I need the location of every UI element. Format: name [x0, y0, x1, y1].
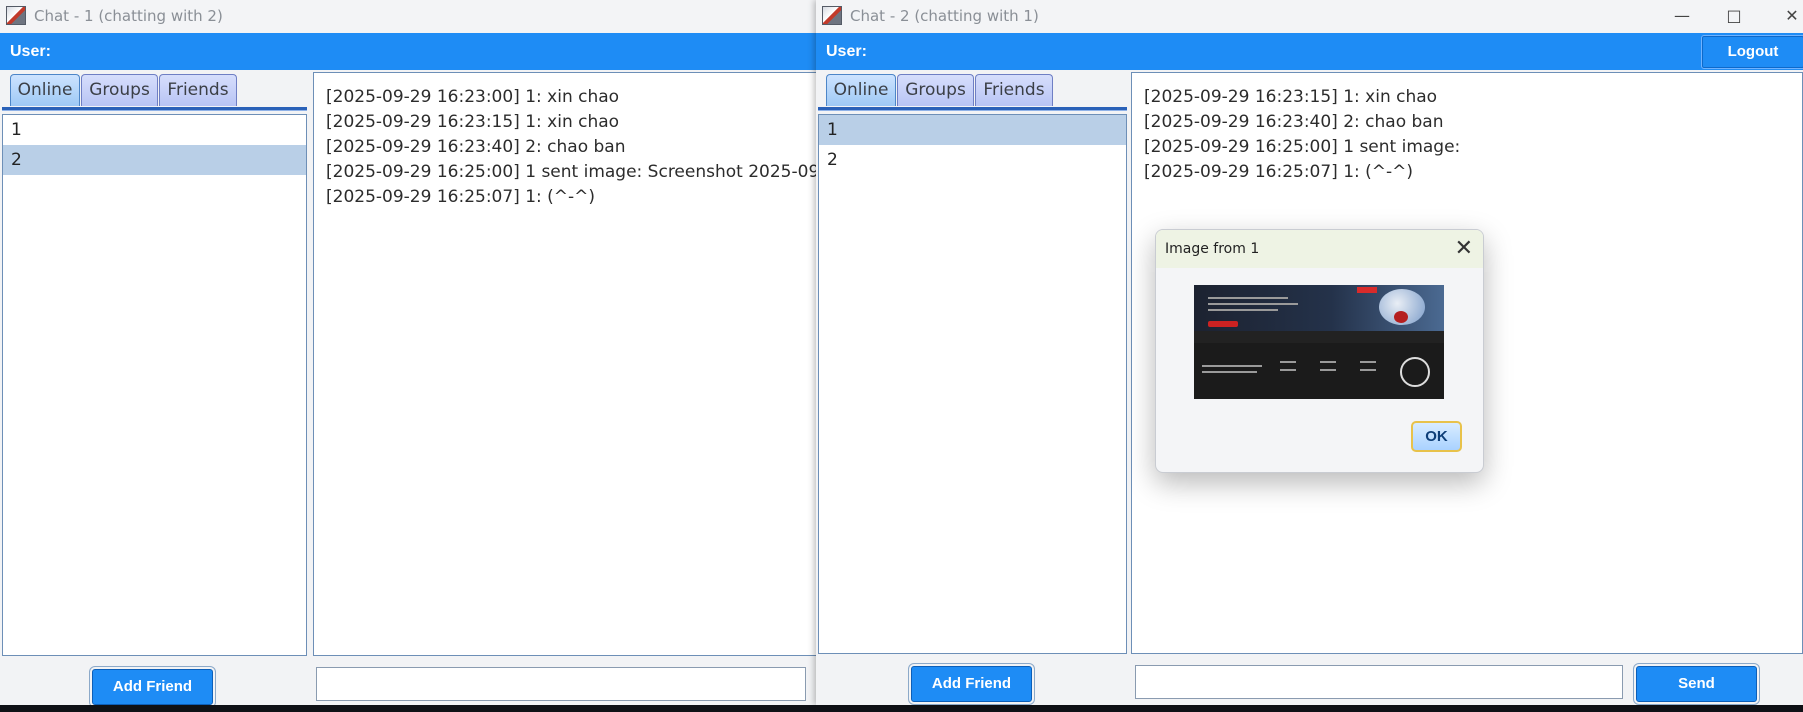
- send-button[interactable]: Send: [1636, 666, 1757, 702]
- add-friend-button[interactable]: Add Friend: [911, 666, 1032, 702]
- tab-groups[interactable]: Groups: [81, 74, 158, 106]
- tab-groups[interactable]: Groups: [897, 74, 974, 106]
- chat-message: [2025-09-29 16:25:00] 1 sent image:: [1144, 137, 1461, 157]
- chat-message: [2025-09-29 16:23:40] 2: chao ban: [326, 137, 626, 157]
- logout-button[interactable]: Logout: [1701, 35, 1803, 69]
- list-item[interactable]: 1: [3, 115, 306, 145]
- thumbnail-character-nose: [1394, 311, 1408, 323]
- maximize-icon[interactable]: □: [1722, 4, 1746, 28]
- tab-friends[interactable]: Friends: [159, 74, 237, 106]
- tab-online[interactable]: Online: [826, 74, 896, 106]
- thumbnail-text-line: [1202, 365, 1262, 367]
- online-user-list[interactable]: 1 2: [818, 114, 1127, 654]
- list-item[interactable]: 2: [3, 145, 306, 175]
- thumbnail-nav: [1357, 287, 1377, 293]
- title-bar[interactable]: Chat - 1 (chatting with 2): [0, 0, 816, 32]
- thumbnail-logo: [1400, 357, 1430, 387]
- chat-message: [2025-09-29 16:23:40] 2: chao ban: [1144, 112, 1444, 132]
- user-bar: User: Logout: [816, 33, 1803, 70]
- tab-underline: [2, 107, 307, 111]
- window-title: Chat - 2 (chatting with 1): [850, 7, 1039, 25]
- list-item[interactable]: 2: [819, 145, 1126, 175]
- user-label: User:: [10, 43, 51, 60]
- chat-message: [2025-09-29 16:23:00] 1: xin chao: [326, 87, 620, 107]
- online-user-list[interactable]: 1 2: [2, 114, 307, 656]
- java-cup-icon: [6, 6, 26, 25]
- thumbnail-text-line: [1208, 303, 1298, 305]
- thumbnail-text-line: [1280, 361, 1296, 363]
- ok-button[interactable]: OK: [1411, 421, 1462, 452]
- user-bar: User:: [0, 33, 816, 70]
- chat-message: [2025-09-29 16:25:07] 1: (^-^): [326, 187, 596, 207]
- image-dialog: Image from 1 ✕ OK: [1155, 229, 1484, 473]
- thumbnail-text-line: [1360, 361, 1376, 363]
- tab-friends[interactable]: Friends: [975, 74, 1053, 106]
- close-icon[interactable]: ✕: [1455, 236, 1473, 260]
- chat-history[interactable]: [2025-09-29 16:23:00] 1: xin chao [2025-…: [313, 72, 817, 656]
- close-icon[interactable]: ✕: [1780, 4, 1803, 28]
- thumbnail-text-line: [1320, 369, 1336, 371]
- chat-window-1: Chat - 1 (chatting with 2) User: Online …: [0, 0, 817, 705]
- thumbnail-text-line: [1280, 369, 1296, 371]
- minimize-icon[interactable]: —: [1670, 4, 1694, 28]
- thumbnail-text-line: [1360, 369, 1376, 371]
- chat-message: [2025-09-29 16:23:15] 1: xin chao: [1144, 87, 1438, 107]
- title-bar[interactable]: Chat - 2 (chatting with 1) — □ ✕: [816, 0, 1803, 32]
- thumbnail-play-button: [1208, 321, 1238, 327]
- chat-message: [2025-09-29 16:25:07] 1: (^-^): [1144, 162, 1414, 182]
- java-cup-icon: [822, 6, 842, 25]
- image-thumbnail: [1194, 285, 1444, 399]
- window-title: Chat - 1 (chatting with 2): [34, 7, 223, 25]
- thumbnail-text-line: [1320, 361, 1336, 363]
- chat-message: [2025-09-29 16:23:15] 1: xin chao: [326, 112, 620, 132]
- chat-message: [2025-09-29 16:25:00] 1 sent image: Scre…: [326, 162, 817, 182]
- thumbnail-text-line: [1208, 309, 1278, 311]
- message-input[interactable]: [316, 667, 806, 701]
- thumbnail-text-line: [1208, 297, 1288, 299]
- thumbnail-text-line: [1202, 371, 1257, 373]
- tab-underline: [818, 107, 1127, 111]
- tab-online[interactable]: Online: [10, 74, 80, 106]
- add-friend-button[interactable]: Add Friend: [92, 669, 213, 705]
- dialog-title: Image from 1: [1165, 241, 1260, 257]
- message-input[interactable]: [1135, 665, 1623, 699]
- list-item[interactable]: 1: [819, 115, 1126, 145]
- dialog-header[interactable]: Image from 1 ✕: [1156, 230, 1483, 268]
- user-label: User:: [826, 43, 867, 60]
